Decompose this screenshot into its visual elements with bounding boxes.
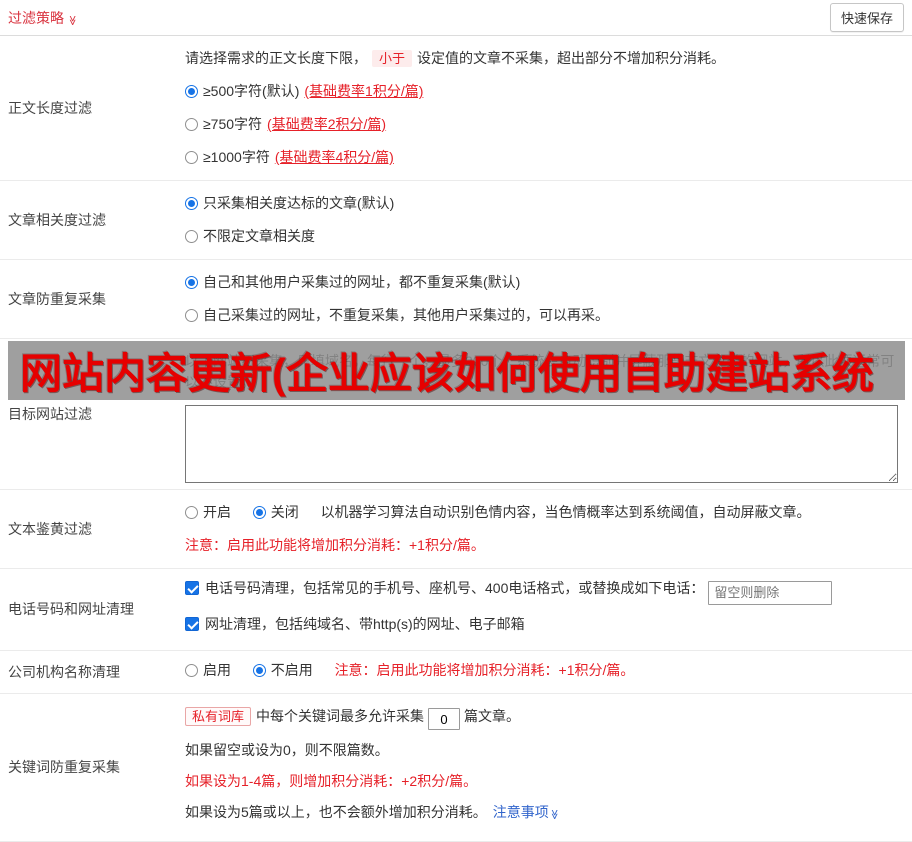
body-length-label: 正文长度过滤: [0, 36, 175, 180]
porn-filter-options: 开启 关闭 以机器学习算法自动识别色情内容，当色情概率达到系统阈值，自动屏蔽文章…: [185, 502, 904, 523]
radio-relevance-any[interactable]: [185, 230, 198, 243]
company-off-text: 不启用: [271, 662, 313, 678]
filter-strategy-page: 过滤策略≫ 快速保存 正文长度过滤 请选择需求的正文长度下限，小于设定值的文章不…: [0, 0, 912, 842]
dedup-label: 文章防重复采集: [0, 260, 175, 338]
radio-porn-on[interactable]: [185, 506, 198, 519]
intro-before: 请选择需求的正文长度下限，: [185, 50, 367, 66]
radio-relevance-strict[interactable]: [185, 197, 198, 210]
phone-cleanup-option: 电话号码清理，包括常见的手机号、座机号、400电话格式，或替换成如下电话：: [185, 578, 904, 605]
url-cleanup-text: 网址清理，包括纯域名、带http(s)的网址、电子邮箱: [205, 616, 525, 632]
private-dictionary-tag[interactable]: 私有词库: [185, 707, 251, 726]
keyword-max-count-input[interactable]: [428, 708, 460, 730]
length-option-500: ≥500字符(默认) (基础费率1积分/篇): [185, 81, 904, 102]
notes-link-text: 注意事项: [493, 804, 549, 820]
relevance-option-2: 不限定文章相关度: [185, 226, 904, 247]
row-porn-filter: 文本鉴黄过滤 开启 关闭 以机器学习算法自动识别色情内容，当色情概率达到系统阈值…: [0, 490, 912, 569]
porn-desc: 以机器学习算法自动识别色情内容，当色情概率达到系统阈值，自动屏蔽文章。: [321, 504, 811, 520]
row-relevance-filter: 文章相关度过滤 只采集相关度达标的文章(默认) 不限定文章相关度: [0, 181, 912, 260]
row-body-length-filter: 正文长度过滤 请选择需求的正文长度下限， 小于设定值的文章不采集，超出部分不增加积…: [0, 36, 912, 181]
phone-cleanup-content: 电话号码清理，包括常见的手机号、座机号、400电话格式，或替换成如下电话： 网址…: [175, 569, 912, 650]
keyword-note-five: 如果设为5篇或以上，也不会额外增加积分消耗。注意事项≫: [185, 802, 904, 825]
option-750-fee[interactable]: (基础费率2积分/篇): [267, 116, 386, 132]
keyword-note-zero: 如果留空或设为0，则不限篇数。: [185, 740, 904, 761]
company-cleanup-options: 启用 不启用 注意：启用此功能将增加积分消耗：+1积分/篇。: [185, 660, 904, 681]
dedup-option-2: 自己采集过的网址，不重复采集，其他用户采集过的，可以再采。: [185, 305, 904, 326]
body-length-content: 请选择需求的正文长度下限， 小于设定值的文章不采集，超出部分不增加积分消耗。 ≥5…: [175, 36, 912, 180]
option-500-text: ≥500字符(默认): [203, 83, 299, 99]
dedup-option-2-text: 自己采集过的网址，不重复采集，其他用户采集过的，可以再采。: [203, 307, 609, 323]
blocked-sites-textarea[interactable]: [185, 405, 898, 483]
radio-1000-chars[interactable]: [185, 151, 198, 164]
quick-save-button[interactable]: 快速保存: [830, 3, 904, 32]
radio-dedup-self[interactable]: [185, 309, 198, 322]
keyword-limit-end: 篇文章。: [464, 708, 520, 724]
radio-company-on[interactable]: [185, 664, 198, 677]
url-cleanup-option: 网址清理，包括纯域名、带http(s)的网址、电子邮箱: [185, 614, 904, 635]
option-1000-text: ≥1000字符: [203, 149, 270, 165]
company-cleanup-label: 公司机构名称清理: [0, 651, 175, 693]
body-length-intro: 请选择需求的正文长度下限， 小于设定值的文章不采集，超出部分不增加积分消耗。: [185, 48, 904, 69]
porn-cost-note: 注意：启用此功能将增加积分消耗：+1积分/篇。: [185, 535, 904, 556]
intro-after: 设定值的文章不采集，超出部分不增加积分消耗。: [417, 50, 725, 66]
length-option-750: ≥750字符 (基础费率2积分/篇): [185, 114, 904, 135]
relevance-option-2-text: 不限定文章相关度: [203, 228, 315, 244]
page-title[interactable]: 过滤策略≫: [8, 8, 77, 28]
phone-cleanup-text: 电话号码清理，包括常见的手机号、座机号、400电话格式，或替换成如下电话：: [205, 580, 704, 596]
page-title-text: 过滤策略: [8, 10, 64, 26]
row-company-name-cleanup: 公司机构名称清理 启用 不启用 注意：启用此功能将增加积分消耗：+1积分/篇。: [0, 651, 912, 694]
radio-porn-off[interactable]: [253, 506, 266, 519]
keyword-limit-mid: 中每个关键词最多允许采集: [256, 708, 424, 724]
option-1000-fee[interactable]: (基础费率4积分/篇): [275, 149, 394, 165]
checkbox-url-cleanup[interactable]: [185, 617, 199, 631]
radio-750-chars[interactable]: [185, 118, 198, 131]
watermark-overlay-banner: 网站内容更新(企业应该如何使用自助建站系统: [8, 341, 905, 400]
keyword-note-cost: 如果设为1-4篇，则增加积分消耗：+2积分/篇。: [185, 771, 904, 792]
radio-dedup-global[interactable]: [185, 276, 198, 289]
notes-link[interactable]: 注意事项≫: [493, 804, 559, 820]
company-on-text: 启用: [203, 662, 231, 678]
relevance-option-1: 只采集相关度达标的文章(默认): [185, 193, 904, 214]
dedup-content: 自己和其他用户采集过的网址，都不重复采集(默认) 自己采集过的网址，不重复采集，…: [175, 260, 912, 338]
chevron-down-icon: ≫: [544, 809, 565, 819]
checkbox-phone-cleanup[interactable]: [185, 581, 199, 595]
radio-500-chars[interactable]: [185, 85, 198, 98]
watermark-overlay-text: 网站内容更新(企业应该如何使用自助建站系统: [8, 341, 874, 400]
option-750-text: ≥750字符: [203, 116, 262, 132]
page-header: 过滤策略≫ 快速保存: [0, 0, 912, 36]
chevron-down-icon: ≫: [67, 15, 78, 25]
keyword-note-five-text: 如果设为5篇或以上，也不会额外增加积分消耗。: [185, 804, 487, 820]
replacement-phone-input[interactable]: [708, 581, 832, 605]
porn-filter-label: 文本鉴黄过滤: [0, 490, 175, 568]
length-option-1000: ≥1000字符 (基础费率4积分/篇): [185, 147, 904, 168]
porn-filter-content: 开启 关闭 以机器学习算法自动识别色情内容，当色情概率达到系统阈值，自动屏蔽文章…: [175, 490, 912, 568]
keyword-dedup-content: 私有词库中每个关键词最多允许采集 篇文章。 如果留空或设为0，则不限篇数。 如果设…: [175, 694, 912, 842]
dedup-option-1-text: 自己和其他用户采集过的网址，都不重复采集(默认): [203, 274, 520, 290]
phone-cleanup-label: 电话号码和网址清理: [0, 569, 175, 650]
relevance-content: 只采集相关度达标的文章(默认) 不限定文章相关度: [175, 181, 912, 259]
row-dedup-collection: 文章防重复采集 自己和其他用户采集过的网址，都不重复采集(默认) 自己采集过的网…: [0, 260, 912, 339]
porn-off-text: 关闭: [271, 504, 299, 520]
dedup-option-1: 自己和其他用户采集过的网址，都不重复采集(默认): [185, 272, 904, 293]
relevance-option-1-text: 只采集相关度达标的文章(默认): [203, 195, 394, 211]
relevance-label: 文章相关度过滤: [0, 181, 175, 259]
company-cleanup-content: 启用 不启用 注意：启用此功能将增加积分消耗：+1积分/篇。: [175, 651, 912, 693]
less-than-tag: 小于: [372, 50, 412, 67]
row-phone-url-cleanup: 电话号码和网址清理 电话号码清理，包括常见的手机号、座机号、400电话格式，或替…: [0, 569, 912, 651]
porn-on-text: 开启: [203, 504, 231, 520]
keyword-dedup-label: 关键词防重复采集: [0, 694, 175, 842]
keyword-limit-line: 私有词库中每个关键词最多允许采集 篇文章。: [185, 706, 904, 731]
company-cost-note: 注意：启用此功能将增加积分消耗：+1积分/篇。: [335, 662, 635, 678]
radio-company-off[interactable]: [253, 664, 266, 677]
option-500-fee[interactable]: (基础费率1积分/篇): [304, 83, 423, 99]
